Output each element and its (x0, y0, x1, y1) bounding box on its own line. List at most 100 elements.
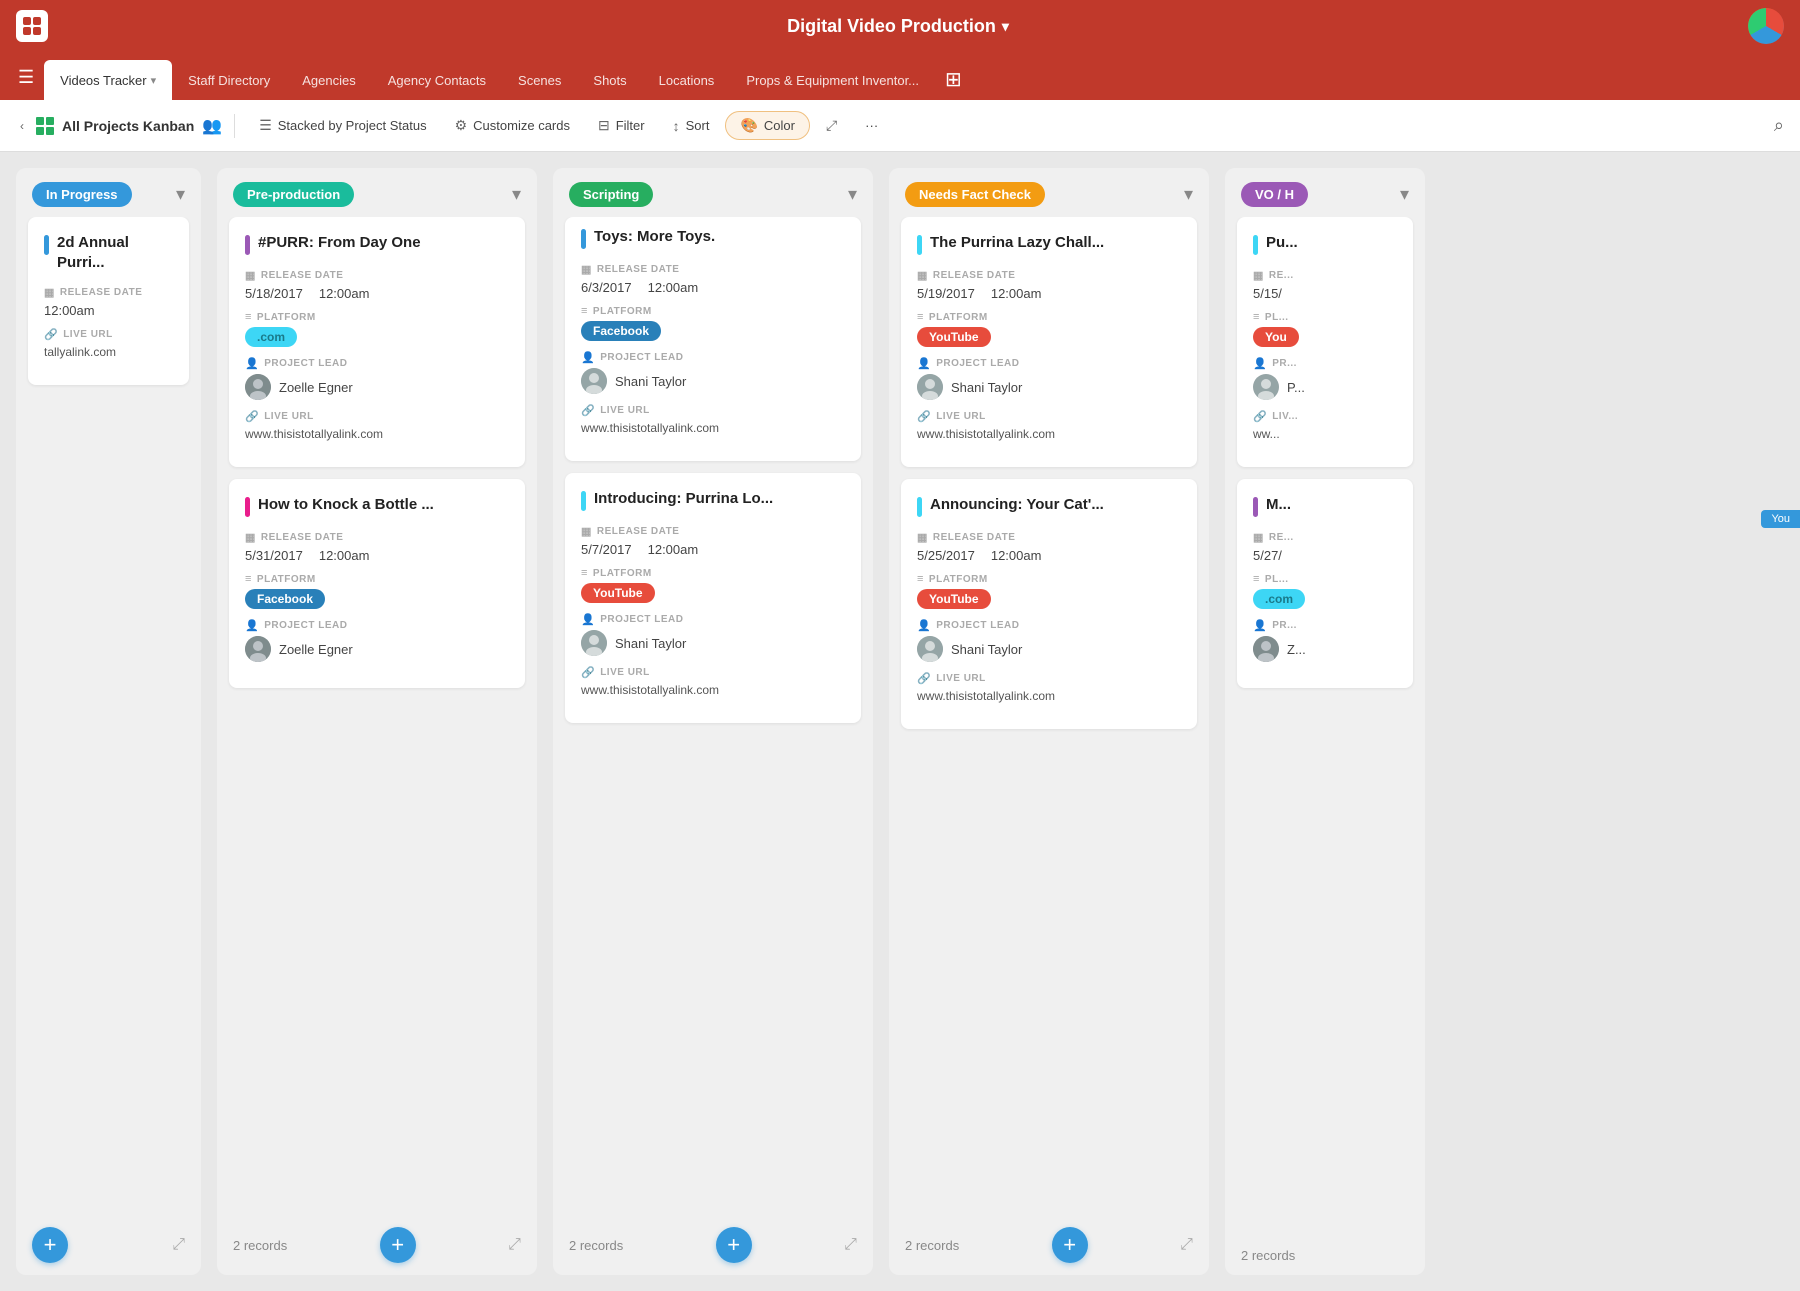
card-field-platform: ≡ PLATFORM Facebook (581, 305, 845, 341)
nav-bar: ☰ Videos Tracker ▾ Staff Directory Agenc… (0, 52, 1800, 100)
card-announcing-your-cat[interactable]: Announcing: Your Cat'... ▦ RELEASE DATE … (901, 479, 1197, 729)
column-dropdown-in-progress[interactable]: ▾ (176, 184, 185, 205)
release-date-value: 5/27/ (1253, 548, 1397, 563)
nav-tab-agencies[interactable]: Agencies (286, 60, 371, 100)
platform-icon: ≡ (917, 573, 924, 585)
toolbar-chevron[interactable]: ‹ (16, 115, 28, 137)
calendar-icon: ▦ (245, 531, 256, 544)
expand-button-in-progress[interactable]: ⤢ (172, 1236, 185, 1254)
live-url-value: www.thisistotallyalink.com (917, 427, 1181, 441)
card-field-release-date: ▦ RE... 5/27/ (1253, 531, 1397, 563)
column-dropdown-vo[interactable]: ▾ (1400, 184, 1409, 205)
card-field-release-date: ▦ RELEASE DATE 5/19/2017 12:00am (917, 269, 1181, 301)
card-color-bar (581, 229, 586, 249)
nav-tab-videos-tracker[interactable]: Videos Tracker ▾ (44, 60, 172, 100)
card-field-platform: ≡ PL... You (1253, 311, 1397, 347)
add-card-button-in-progress[interactable]: + (32, 1227, 68, 1263)
expand-button-pre-production[interactable]: ⤢ (508, 1236, 521, 1254)
column-dropdown-pre-production[interactable]: ▾ (512, 184, 521, 205)
card-purrina-lazy-challenge[interactable]: The Purrina Lazy Chall... ▦ RELEASE DATE… (901, 217, 1197, 467)
title-dropdown-arrow[interactable]: ▾ (1002, 18, 1009, 35)
nav-tab-agency-contacts[interactable]: Agency Contacts (372, 60, 502, 100)
card-knock-bottle[interactable]: How to Knock a Bottle ... ▦ RELEASE DATE… (229, 479, 525, 688)
share-icon: ⤢ (826, 117, 837, 134)
stacked-button[interactable]: ☰ Stacked by Project Status (247, 111, 438, 140)
toolbar-divider (234, 114, 235, 138)
card-color-bar (44, 235, 49, 255)
release-date-value: 5/19/2017 12:00am (917, 286, 1181, 301)
app-logo[interactable] (16, 10, 48, 42)
card-purr-from-day-one[interactable]: #PURR: From Day One ▦ RELEASE DATE 5/18/… (229, 217, 525, 467)
card-introducing-purrina[interactable]: Introducing: Purrina Lo... ▦ RELEASE DAT… (565, 473, 861, 723)
cards-pre-production: #PURR: From Day One ▦ RELEASE DATE 5/18/… (217, 217, 537, 1215)
add-card-button-scripting[interactable]: + (716, 1227, 752, 1263)
card-vo-1[interactable]: Pu... ▦ RE... 5/15/ ≡ PL... (1237, 217, 1413, 467)
people-icon[interactable]: 👥 (202, 116, 222, 136)
card-field-live-url: 🔗 LIVE URL tallyalink.com (44, 328, 173, 359)
nav-tab-props[interactable]: Props & Equipment Inventor... (730, 60, 935, 100)
card-color-bar (245, 497, 250, 517)
platform-icon: ≡ (1253, 573, 1260, 585)
hamburger-menu[interactable]: ☰ (8, 55, 44, 100)
more-button[interactable]: ··· (853, 112, 890, 139)
color-button[interactable]: 🎨 Color (725, 111, 810, 140)
status-badge-vo[interactable]: VO / H (1241, 182, 1308, 207)
status-badge-scripting[interactable]: Scripting (569, 182, 653, 207)
header-right (1748, 8, 1784, 44)
card-field-platform: ≡ PLATFORM YouTube (917, 311, 1181, 347)
live-url-value: www.thisistotallyalink.com (581, 683, 845, 697)
filter-button[interactable]: ⊟ Filter (586, 111, 657, 140)
status-badge-pre-production[interactable]: Pre-production (233, 182, 354, 207)
top-header: Digital Video Production ▾ (0, 0, 1800, 52)
nav-tab-scenes[interactable]: Scenes (502, 60, 577, 100)
platform-icon: ≡ (245, 573, 252, 585)
records-count: 2 records (569, 1238, 623, 1253)
expand-button-scripting[interactable]: ⤢ (844, 1236, 857, 1254)
add-card-button-needs-fact-check[interactable]: + (1052, 1227, 1088, 1263)
person-avatar (917, 636, 943, 662)
card-color-bar (245, 235, 250, 255)
column-header-needs-fact-check: Needs Fact Check ▾ (889, 168, 1209, 217)
column-footer-pre-production: 2 records + ⤢ (217, 1215, 537, 1275)
customize-cards-button[interactable]: ⚙ Customize cards (443, 111, 582, 140)
platform-badge: You (1253, 327, 1299, 347)
card-toys-more-toys[interactable]: Toys: More Toys. ▦ RELEASE DATE 6/3/2017… (565, 217, 861, 461)
add-card-button-pre-production[interactable]: + (380, 1227, 416, 1263)
nav-tab-shots[interactable]: Shots (577, 60, 642, 100)
user-avatar[interactable] (1748, 8, 1784, 44)
column-dropdown-scripting[interactable]: ▾ (848, 184, 857, 205)
nav-tab-locations[interactable]: Locations (643, 60, 731, 100)
title-text: Digital Video Production (787, 16, 996, 37)
cards-vo: Pu... ▦ RE... 5/15/ ≡ PL... (1225, 217, 1425, 1236)
card-title: M... (1266, 495, 1291, 515)
link-icon: 🔗 (917, 410, 931, 423)
column-vo: VO / H ▾ Pu... ▦ RE... 5/15/ (1225, 168, 1425, 1275)
add-tab-button[interactable]: ⊞ (935, 59, 972, 100)
status-badge-needs-fact-check[interactable]: Needs Fact Check (905, 182, 1045, 207)
platform-badge: YouTube (917, 327, 991, 347)
search-button[interactable]: ⌕ (1774, 115, 1784, 136)
column-dropdown-needs-fact-check[interactable]: ▾ (1184, 184, 1193, 205)
view-name[interactable]: All Projects Kanban (62, 118, 194, 134)
card-annual-purri[interactable]: 2d Annual Purri... ▦ RELEASE DATE 12:00a… (28, 217, 189, 385)
release-date-value: 5/25/2017 12:00am (917, 548, 1181, 563)
card-vo-2[interactable]: M... ▦ RE... 5/27/ ≡ PL... (1237, 479, 1413, 688)
card-field-live-url: 🔗 LIVE URL www.thisistotallyalink.com (581, 404, 845, 435)
link-icon: 🔗 (917, 672, 931, 685)
person-icon: 👤 (581, 351, 595, 364)
expand-button-needs-fact-check[interactable]: ⤢ (1180, 1236, 1193, 1254)
release-date-value: 5/31/2017 12:00am (245, 548, 509, 563)
platform-badge: Facebook (245, 589, 325, 609)
sort-button[interactable]: ↕ Sort (661, 112, 722, 140)
platform-badge: Facebook (581, 321, 661, 341)
status-badge-in-progress[interactable]: In Progress (32, 182, 132, 207)
card-color-bar (1253, 497, 1258, 517)
person-avatar (245, 374, 271, 400)
nav-tab-staff-directory[interactable]: Staff Directory (172, 60, 286, 100)
person-name: Shani Taylor (615, 374, 686, 389)
share-button[interactable]: ⤢ (814, 111, 849, 140)
card-field-release-date: ▦ RELEASE DATE 12:00am (44, 286, 173, 318)
person-icon: 👤 (1253, 357, 1267, 370)
calendar-icon: ▦ (44, 286, 55, 299)
release-date-value: 5/15/ (1253, 286, 1397, 301)
